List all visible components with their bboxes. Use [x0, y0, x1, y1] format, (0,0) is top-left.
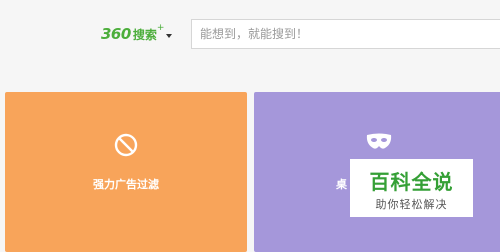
- chevron-down-icon[interactable]: [166, 33, 173, 38]
- brand-logo-plus: +: [156, 23, 165, 33]
- search-engine-selector[interactable]: 360 搜索 +: [101, 23, 173, 44]
- mask-icon: [365, 132, 393, 158]
- tile-label: 强力广告过滤: [93, 178, 159, 191]
- tile-ad-filter[interactable]: 强力广告过滤: [5, 92, 247, 252]
- watermark-title: 百科全说: [369, 170, 454, 194]
- brand-logo-number: 360: [101, 25, 131, 43]
- search-bar: 360 搜索 +: [0, 0, 500, 70]
- watermark-badge: 百科全说 助你轻松解决: [350, 159, 473, 217]
- block-icon: [113, 132, 139, 162]
- search-input[interactable]: [191, 19, 500, 49]
- brand-logo-text: 搜索: [132, 27, 157, 42]
- watermark-subtitle: 助你轻松解决: [375, 198, 448, 211]
